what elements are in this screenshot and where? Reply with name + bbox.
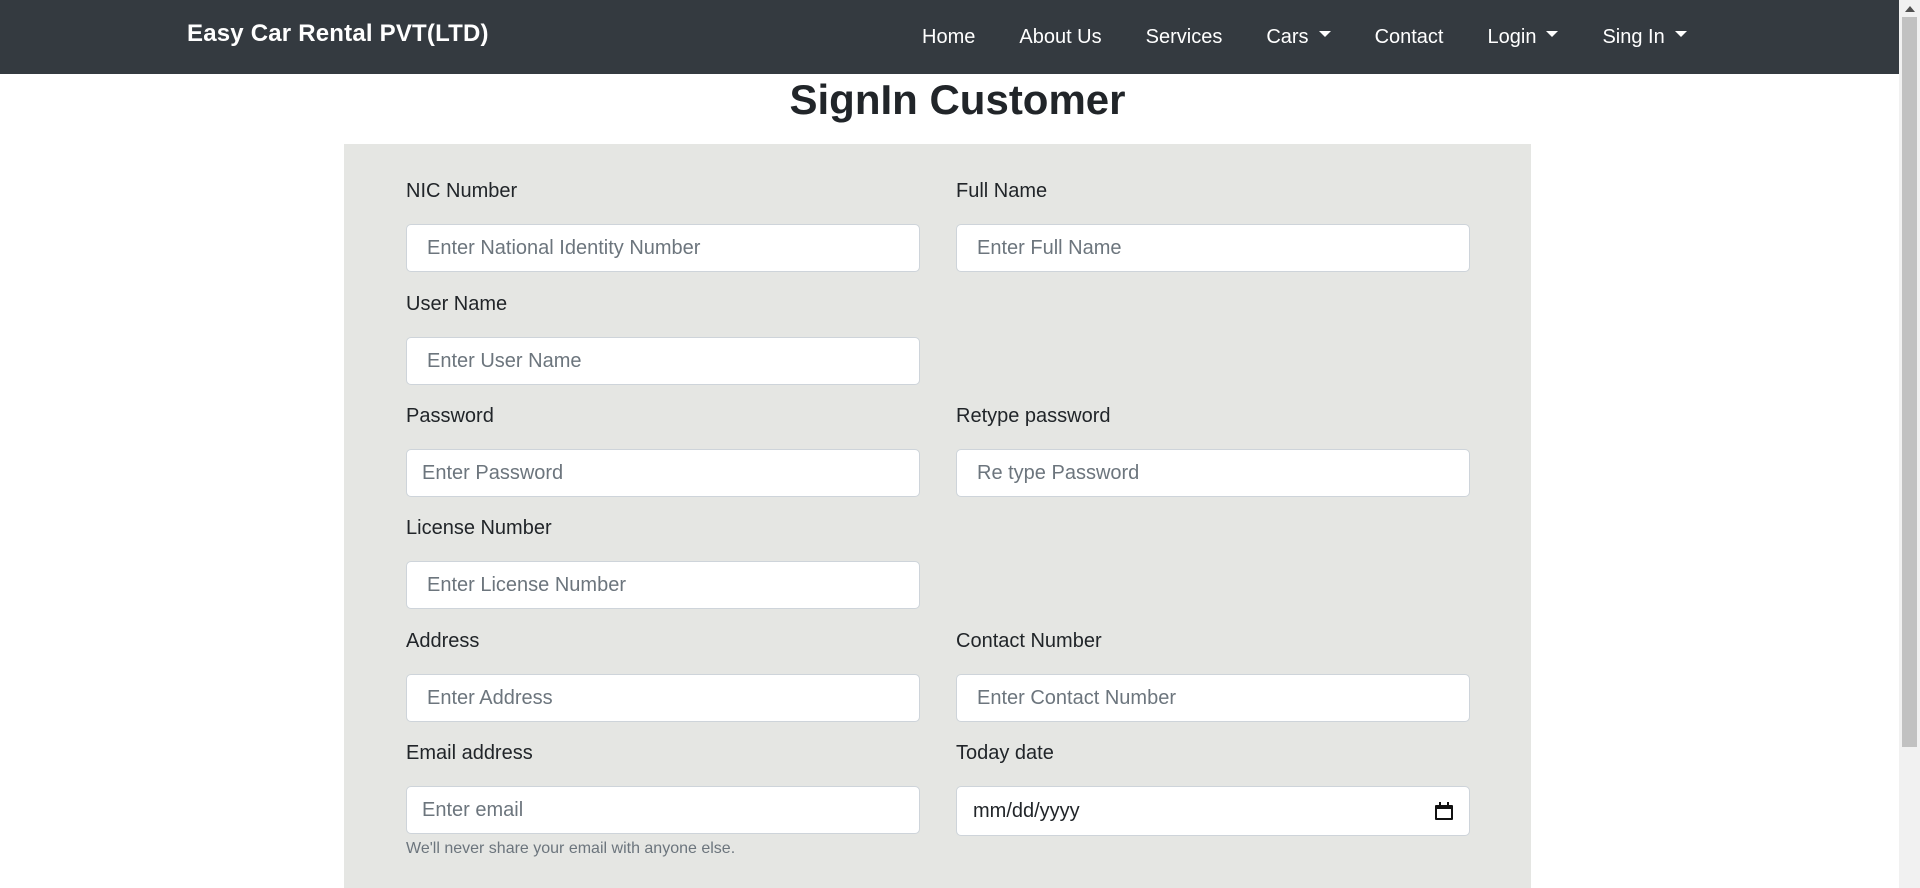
email-field: Email address We'll never share your ema… (406, 740, 920, 857)
nav-cars-label: Cars (1266, 25, 1309, 48)
email-label: Email address (406, 742, 533, 764)
license-field: License Number (406, 515, 920, 609)
address-field: Address (406, 628, 920, 722)
page-title: SignIn Customer (789, 76, 1126, 123)
nav-home-label: Home (922, 25, 976, 48)
nav-about-us-label: About Us (1019, 25, 1102, 48)
license-input[interactable] (406, 561, 920, 609)
today-date-input[interactable]: mm/dd/yyyy (956, 786, 1470, 836)
email-input[interactable] (406, 786, 920, 834)
scrollbar-thumb[interactable] (1902, 17, 1917, 747)
nav-login-label: Login (1487, 25, 1537, 48)
caret-down-icon (1318, 31, 1331, 37)
nic-label: NIC Number (406, 180, 518, 202)
signin-form: NIC Number Full Name User Name Password … (344, 144, 1531, 888)
today-date-value: mm/dd/yyyy (973, 799, 1080, 822)
page: Easy Car Rental PVT(LTD) Home About Us S… (0, 0, 1920, 888)
scroll-up-arrow-icon[interactable] (1905, 6, 1915, 12)
nav-services[interactable]: Services (1124, 26, 1245, 49)
address-label: Address (406, 630, 480, 652)
user-name-input[interactable] (406, 337, 920, 385)
contact-field: Contact Number (956, 628, 1470, 722)
password-label: Password (406, 405, 494, 427)
nav-home[interactable]: Home (900, 26, 997, 49)
password-input[interactable] (406, 449, 920, 497)
user-name-label: User Name (406, 293, 508, 315)
nav-contact-label: Contact (1374, 25, 1444, 48)
nav-login-dropdown[interactable]: Login (1466, 26, 1581, 49)
nav-contact[interactable]: Contact (1353, 26, 1466, 49)
caret-down-icon (1546, 31, 1559, 37)
contact-input[interactable] (956, 674, 1470, 722)
user-name-field: User Name (406, 291, 920, 385)
caret-down-icon (1674, 31, 1687, 37)
password-field: Password (406, 403, 920, 497)
retype-password-label: Retype password (956, 405, 1111, 427)
full-name-label: Full Name (956, 180, 1048, 202)
nav-cars-dropdown[interactable]: Cars (1244, 26, 1352, 49)
email-help-text: We'll never share your email with anyone… (406, 840, 736, 857)
nav-links: Home About Us Services Cars Contact Logi… (900, 0, 1709, 74)
navbar: Easy Car Rental PVT(LTD) Home About Us S… (0, 0, 1899, 74)
address-input[interactable] (406, 674, 920, 722)
nav-sign-in-label: Sing In (1602, 25, 1665, 48)
full-name-input[interactable] (956, 224, 1470, 272)
contact-label: Contact Number (956, 630, 1102, 652)
retype-password-input[interactable] (956, 449, 1470, 497)
nic-input[interactable] (406, 224, 920, 272)
calendar-icon[interactable] (1435, 802, 1453, 820)
full-name-field: Full Name (956, 178, 1470, 272)
nav-services-label: Services (1145, 25, 1223, 48)
retype-password-field: Retype password (956, 403, 1470, 497)
nav-sign-in-dropdown[interactable]: Sing In (1580, 26, 1708, 49)
nav-about-us[interactable]: About Us (997, 26, 1123, 49)
nic-field: NIC Number (406, 178, 920, 272)
brand-logo-text[interactable]: Easy Car Rental PVT(LTD) (187, 20, 489, 48)
today-date-label: Today date (956, 742, 1054, 764)
today-date-field: Today date mm/dd/yyyy (956, 740, 1470, 836)
license-label: License Number (406, 517, 552, 539)
